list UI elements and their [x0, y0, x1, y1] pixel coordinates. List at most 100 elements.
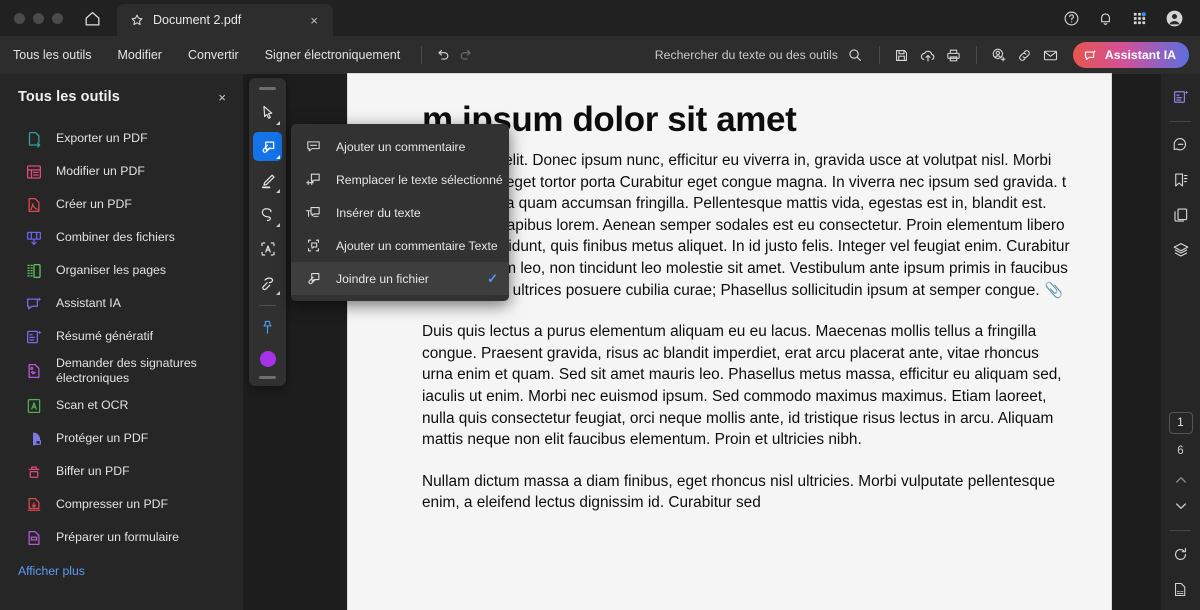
current-page-input[interactable]: 1	[1168, 412, 1193, 434]
text-box-comment-icon	[304, 236, 323, 255]
rotate-page-button[interactable]	[1167, 540, 1195, 568]
comment-tool-dropdown-menu[interactable]: Ajouter un commentaire Remplacer le text…	[291, 124, 509, 301]
sidebar-item-label: Résumé génératif	[56, 329, 154, 343]
upload-cloud-button[interactable]	[916, 43, 940, 67]
menu-convert[interactable]: Convertir	[175, 48, 252, 62]
close-tab-button[interactable]: ×	[307, 12, 321, 29]
menu-item-attach-file[interactable]: Joindre un fichier ✓	[291, 262, 509, 295]
document-paragraph-3: Nullam dictum massa a diam finibus, eget…	[422, 472, 1056, 512]
star-icon[interactable]	[130, 13, 144, 27]
menu-e-sign[interactable]: Signer électroniquement	[252, 48, 414, 62]
prepare-form-icon	[24, 528, 43, 547]
sidebar-item-combine-files[interactable]: Combiner des fichiers	[0, 221, 243, 254]
close-sidebar-button[interactable]: ×	[218, 90, 226, 105]
sidebar-item-prepare-form[interactable]: Préparer un formulaire	[0, 521, 243, 554]
color-swatch-button[interactable]	[259, 351, 276, 367]
home-button[interactable]	[75, 0, 109, 36]
request-signatures-icon	[24, 362, 43, 381]
minimize-window-button[interactable]	[33, 12, 44, 24]
undo-icon	[438, 49, 449, 60]
menu-item-add-text-comment[interactable]: Ajouter un commentaire Texte	[291, 229, 509, 262]
freehand-tool-button[interactable]	[253, 200, 282, 229]
select-text-tool-button[interactable]	[253, 234, 282, 263]
ai-assistant-button[interactable]: Assistant IA	[1072, 42, 1189, 68]
sidebar-item-edit-pdf[interactable]: Modifier un PDF	[0, 155, 243, 188]
sidebar-item-organize-pages[interactable]: Organiser les pages	[0, 254, 243, 287]
fit-page-button[interactable]	[1167, 575, 1195, 603]
sidebar-item-label: Exporter un PDF	[56, 131, 148, 145]
sidebar-item-generative-summary[interactable]: Résumé génératif	[0, 320, 243, 353]
sidebar-header: Tous les outils ×	[0, 78, 243, 116]
ai-assistant-label: Assistant IA	[1104, 48, 1176, 62]
cursor-arrow-icon	[263, 105, 273, 119]
chevron-down-icon	[276, 155, 280, 159]
share-person-button[interactable]	[987, 43, 1011, 67]
sidebar-item-ai-assistant[interactable]: Assistant IA	[0, 287, 243, 320]
comments-panel-icon	[1173, 138, 1186, 151]
menu-edit[interactable]: Modifier	[105, 48, 175, 62]
ai-assistant-icon	[24, 294, 43, 313]
ai-assistant-icon	[1084, 49, 1096, 60]
rail-generative-summary-button[interactable]	[1167, 83, 1195, 111]
rail-comments-button[interactable]	[1167, 131, 1195, 159]
sidebar-item-compress-pdf[interactable]: Compresser un PDF	[0, 488, 243, 521]
show-more-tools-link[interactable]: Afficher plus	[0, 554, 243, 578]
search-icon	[849, 49, 861, 61]
combine-files-icon	[24, 228, 43, 247]
title-bar: Document 2.pdf ×	[0, 0, 1200, 36]
sidebar-item-export-pdf[interactable]: Exporter un PDF	[0, 122, 243, 155]
search-placeholder: Rechercher du texte ou des outils	[654, 48, 838, 62]
highlight-tool-button[interactable]	[253, 166, 282, 195]
document-tab[interactable]: Document 2.pdf ×	[117, 4, 333, 36]
sidebar-item-redact-pdf[interactable]: Biffer un PDF	[0, 455, 243, 488]
rail-bookmarks-button[interactable]	[1167, 166, 1195, 194]
maximize-window-button[interactable]	[52, 12, 63, 24]
pin-toolbar-button[interactable]	[253, 313, 282, 342]
sidebar-item-create-pdf[interactable]: Créer un PDF	[0, 188, 243, 221]
eraser-tool-button[interactable]	[253, 268, 282, 297]
previous-page-button[interactable]	[1167, 467, 1195, 493]
sidebar-item-protect-pdf[interactable]: Protéger un PDF	[0, 422, 243, 455]
sidebar-item-label: Compresser un PDF	[56, 497, 169, 511]
attach-file-icon	[304, 269, 323, 288]
chevron-down-icon	[276, 291, 280, 295]
copy-link-button[interactable]	[1013, 43, 1037, 67]
close-window-button[interactable]	[14, 12, 25, 24]
redo-button[interactable]	[454, 43, 478, 67]
save-button[interactable]	[890, 43, 914, 67]
print-button[interactable]	[942, 43, 966, 67]
account-avatar-icon[interactable]	[1165, 9, 1184, 28]
highlighter-pen-icon	[261, 174, 275, 188]
print-icon	[947, 49, 961, 61]
generative-summary-icon	[1173, 90, 1188, 103]
bell-icon[interactable]	[1097, 10, 1114, 27]
annotation-floating-toolbar[interactable]	[249, 78, 286, 386]
compress-pdf-icon	[24, 495, 43, 514]
window-controls[interactable]	[0, 12, 63, 24]
menu-item-insert-text[interactable]: Insérer du texte	[291, 196, 509, 229]
apps-grid-icon[interactable]	[1131, 10, 1148, 27]
menu-item-replace-selected-text[interactable]: Remplacer le texte sélectionné	[291, 163, 509, 196]
next-page-button[interactable]	[1167, 493, 1195, 519]
chevron-down-icon	[276, 223, 280, 227]
file-attachment-annotation-icon[interactable]: 📎	[1045, 282, 1064, 299]
undo-button[interactable]	[430, 43, 454, 67]
email-button[interactable]	[1039, 43, 1063, 67]
sidebar-tool-list: Exporter un PDF Modifier un PDF Créer un…	[0, 116, 243, 578]
rail-page-thumbnails-button[interactable]	[1167, 201, 1195, 229]
menu-all-tools[interactable]: Tous les outils	[0, 48, 105, 62]
toolbar-drag-handle[interactable]	[259, 87, 276, 90]
comment-tool-button[interactable]	[253, 132, 282, 161]
redo-icon	[460, 49, 471, 60]
paragraph-text: r adipiscing elit. Donec ipsum nunc, eff…	[422, 152, 1070, 299]
search-tools-input[interactable]: Rechercher du texte ou des outils	[655, 47, 869, 63]
bookmarks-panel-icon	[1174, 173, 1188, 187]
rail-layers-button[interactable]	[1167, 236, 1195, 264]
select-tool-button[interactable]	[253, 98, 282, 127]
toolbar-drag-handle-bottom[interactable]	[259, 376, 276, 379]
menu-item-add-comment[interactable]: Ajouter un commentaire	[291, 130, 509, 163]
menu-item-label: Ajouter un commentaire Texte	[336, 238, 498, 253]
help-icon[interactable]	[1063, 10, 1080, 27]
sidebar-item-request-signatures[interactable]: Demander des signatures électroniques	[0, 353, 243, 389]
sidebar-item-scan-ocr[interactable]: Scan et OCR	[0, 389, 243, 422]
